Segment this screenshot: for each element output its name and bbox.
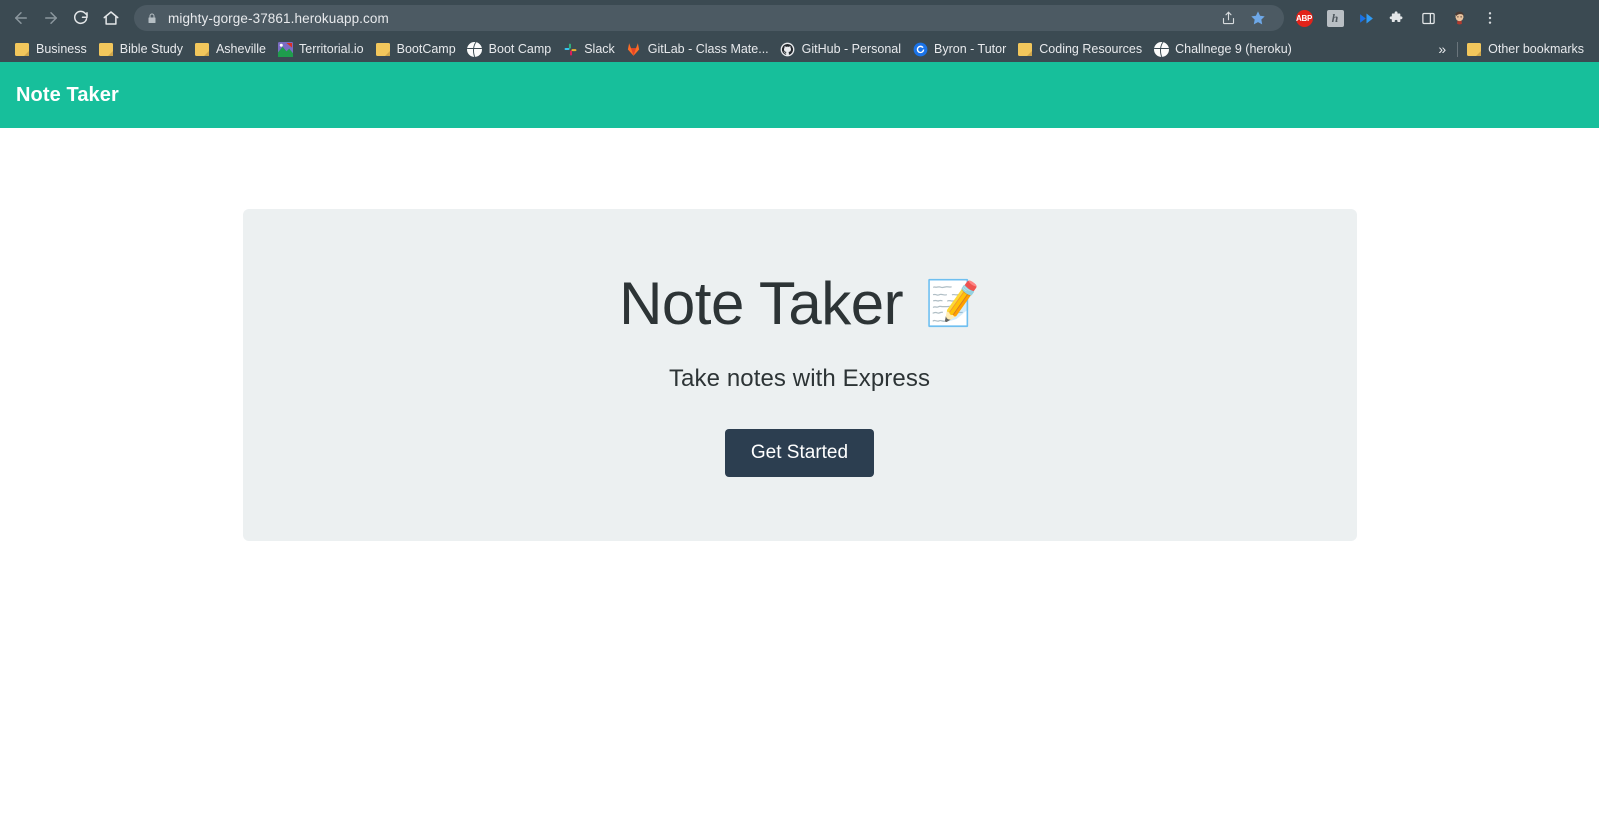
bookmark-label: Slack: [584, 42, 615, 56]
territorial-favicon: [277, 41, 293, 57]
slack-favicon: [562, 41, 578, 57]
web-page-viewport: Note Taker Note Taker 📝 Take notes with …: [0, 62, 1599, 817]
other-bookmarks-label: Other bookmarks: [1488, 42, 1584, 56]
page-content: Note Taker 📝 Take notes with Express Get…: [0, 128, 1599, 541]
bookmarks-bar-right: » Other bookmarks: [1431, 38, 1591, 60]
bookmark-asheville[interactable]: Asheville: [190, 38, 273, 60]
bookmark-slack[interactable]: Slack: [558, 38, 622, 60]
bookmark-challenge-9-heroku[interactable]: Challnege 9 (heroku): [1149, 38, 1299, 60]
folder-icon: [375, 41, 391, 57]
home-icon[interactable]: [96, 3, 126, 33]
bookmark-star-icon[interactable]: [1244, 4, 1272, 32]
bookmark-label: Byron - Tutor: [934, 42, 1007, 56]
hero-card: Note Taker 📝 Take notes with Express Get…: [242, 209, 1357, 541]
bookmarks-overflow-chevron-icon[interactable]: »: [1431, 41, 1453, 57]
adblock-plus-extension-icon[interactable]: ABP: [1290, 4, 1318, 32]
back-arrow-icon[interactable]: [6, 3, 36, 33]
share-icon[interactable]: [1214, 4, 1242, 32]
bookmark-label: Challnege 9 (heroku): [1175, 42, 1292, 56]
folder-icon: [1017, 41, 1033, 57]
extension-toolbar: ABP h: [1290, 4, 1504, 32]
lock-icon: [146, 12, 158, 25]
bookmark-bootcamp-folder[interactable]: BootCamp: [371, 38, 463, 60]
browser-toolbar: mighty-gorge-37861.herokuapp.com ABP h: [0, 0, 1599, 36]
get-started-button[interactable]: Get Started: [724, 429, 875, 477]
byron-favicon: [912, 41, 928, 57]
blue-extension-icon[interactable]: [1352, 4, 1380, 32]
bookmarks-divider: [1457, 41, 1459, 57]
bookmark-coding-resources[interactable]: Coding Resources: [1013, 38, 1149, 60]
bookmark-label: Bible Study: [119, 42, 183, 56]
honey-extension-label: h: [1326, 9, 1344, 27]
reload-icon[interactable]: [66, 3, 96, 33]
gitlab-favicon: [626, 41, 642, 57]
bookmark-label: Territorial.io: [299, 42, 364, 56]
bookmark-label: Coding Resources: [1039, 42, 1143, 56]
site-navbar: Note Taker: [0, 62, 1599, 128]
folder-icon: [14, 41, 30, 57]
bookmark-business[interactable]: Business: [10, 38, 94, 60]
navbar-brand[interactable]: Note Taker: [16, 84, 119, 107]
hero-subtitle: Take notes with Express: [668, 365, 931, 392]
adblock-plus-label: ABP: [1295, 9, 1313, 27]
forward-arrow-icon[interactable]: [36, 3, 66, 33]
address-bar[interactable]: mighty-gorge-37861.herokuapp.com: [134, 5, 1284, 31]
folder-icon: [98, 41, 114, 57]
globe-icon: [1153, 41, 1169, 57]
other-bookmarks-folder[interactable]: Other bookmarks: [1462, 38, 1591, 60]
bookmark-label: BootCamp: [396, 42, 456, 56]
bookmark-github-personal[interactable]: GitHub - Personal: [776, 38, 908, 60]
url-text: mighty-gorge-37861.herokuapp.com: [168, 10, 389, 26]
bookmark-gitlab-class-materials[interactable]: GitLab - Class Mate...: [622, 38, 776, 60]
extensions-puzzle-icon[interactable]: [1383, 4, 1411, 32]
honey-extension-icon[interactable]: h: [1321, 4, 1349, 32]
bookmark-territorial-io[interactable]: Territorial.io: [273, 38, 371, 60]
bookmark-bible-study[interactable]: Bible Study: [94, 38, 190, 60]
bookmark-label: Asheville: [215, 42, 266, 56]
globe-icon: [467, 41, 483, 57]
bookmark-label: Business: [36, 42, 87, 56]
bookmark-label: GitLab - Class Mate...: [647, 42, 769, 56]
bookmark-label: GitHub - Personal: [801, 42, 902, 56]
hero-title-row: Note Taker 📝: [283, 271, 1317, 337]
bookmark-boot-camp[interactable]: Boot Camp: [463, 38, 559, 60]
chrome-menu-kebab-icon[interactable]: [1476, 4, 1504, 32]
bookmark-byron-tutor[interactable]: Byron - Tutor: [908, 38, 1013, 60]
github-favicon: [780, 41, 796, 57]
browser-chrome: mighty-gorge-37861.herokuapp.com ABP h B…: [0, 0, 1599, 62]
page-title: Note Taker: [619, 270, 904, 337]
folder-icon: [1466, 41, 1482, 57]
memo-pencil-icon: 📝: [925, 279, 980, 328]
profile-avatar[interactable]: [1445, 4, 1473, 32]
side-panel-icon[interactable]: [1414, 4, 1442, 32]
bookmarks-bar: Business Bible Study Asheville Territori…: [0, 36, 1599, 62]
folder-icon: [194, 41, 210, 57]
omnibox-right-actions: [1208, 4, 1272, 32]
bookmark-label: Boot Camp: [488, 42, 552, 56]
